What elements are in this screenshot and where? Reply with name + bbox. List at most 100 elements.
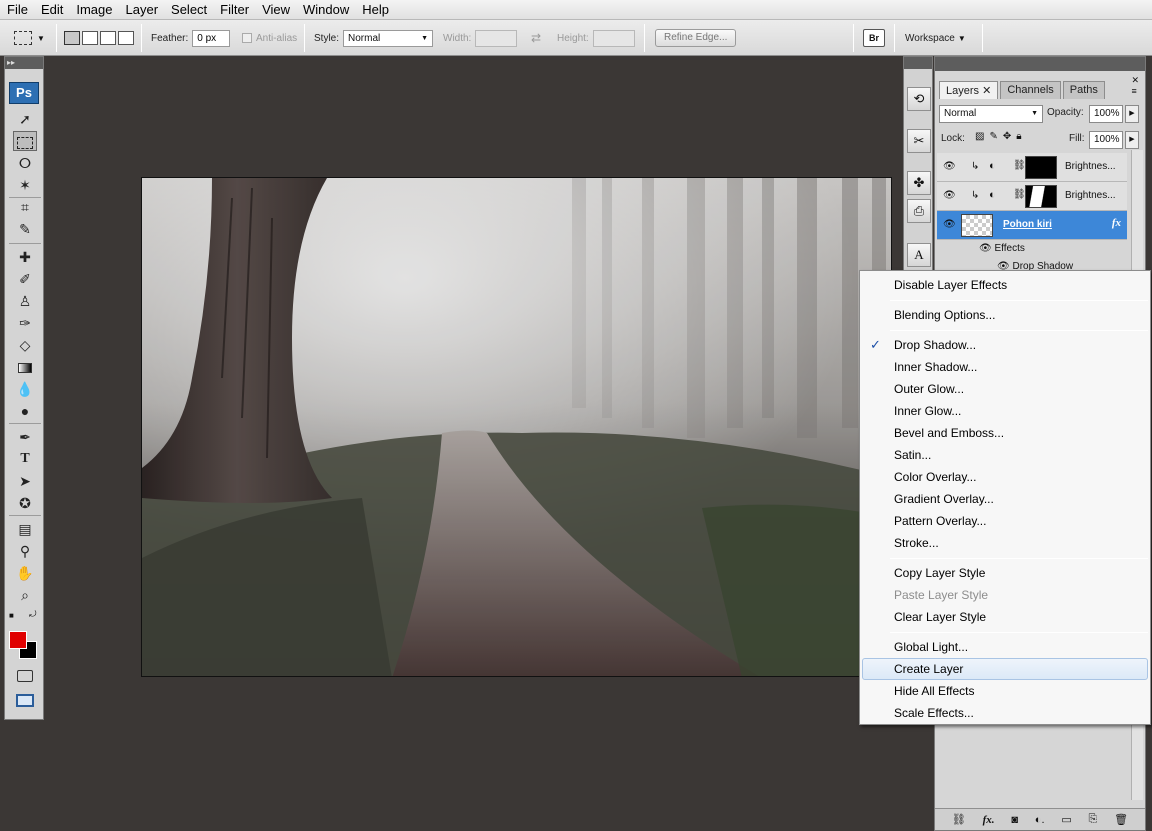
layer-row-brightness-2[interactable]: 👁︎ ↳ ◐ ⛓︎ Brightnes... <box>937 182 1127 211</box>
custom-shape-tool-icon[interactable]: ✪ <box>13 493 37 513</box>
layer-row-pohon-kiri[interactable]: 👁︎ Pohon kiri fx <box>937 211 1127 240</box>
blur-tool-icon[interactable]: 💧 <box>13 379 37 399</box>
tab-channels[interactable]: Channels <box>1000 81 1061 99</box>
menu-item-blending-options[interactable]: Blending Options... <box>862 304 1148 326</box>
new-adjustment-icon[interactable]: ◐. <box>1035 814 1045 826</box>
crop-tool-icon[interactable]: ⌗ <box>13 197 37 217</box>
menu-item-global-light[interactable]: Global Light... <box>862 636 1148 658</box>
menu-file[interactable]: File <box>0 2 34 17</box>
zoom-tool-icon[interactable]: ⌕ <box>13 585 37 605</box>
menu-item-outer-glow[interactable]: Outer Glow... <box>862 378 1148 400</box>
effects-row[interactable]: 👁︎ Effects <box>979 243 1025 254</box>
tab-paths[interactable]: Paths <box>1062 81 1105 99</box>
new-group-icon[interactable]: ▭ <box>1061 813 1071 826</box>
visibility-eye-icon[interactable]: 👁︎ <box>979 243 992 254</box>
hand-tool-icon[interactable]: ✋ <box>13 563 37 583</box>
visibility-eye-icon[interactable]: 👁︎ <box>943 190 956 201</box>
clone-stamp-tool-icon[interactable]: ♙ <box>13 291 37 311</box>
bridge-button[interactable]: Br <box>863 20 885 56</box>
menu-help[interactable]: Help <box>355 2 395 17</box>
fill-slider-arrow-icon[interactable]: ▶ <box>1125 131 1139 149</box>
history-panel-icon[interactable]: ⟲ <box>907 87 931 111</box>
eraser-tool-icon[interactable]: ◇ <box>13 335 37 355</box>
tab-layers[interactable]: Layers ✕ <box>939 81 999 99</box>
eyedropper-sample-tool-icon[interactable]: ⚲ <box>13 541 37 561</box>
menu-item-inner-shadow[interactable]: Inner Shadow... <box>862 356 1148 378</box>
menu-item-copy-layer-style[interactable]: Copy Layer Style <box>862 562 1148 584</box>
menu-item-hide-all-effects[interactable]: Hide All Effects <box>862 680 1148 702</box>
foreground-color-swatch[interactable] <box>9 631 27 649</box>
mask-thumbnail[interactable] <box>1025 156 1057 179</box>
tool-preset-picker[interactable]: ▼ <box>14 20 45 56</box>
new-selection-icon[interactable] <box>64 31 80 45</box>
layers-panel-grip[interactable] <box>935 57 1145 71</box>
swap-dimensions-icon[interactable]: ⇄ <box>531 20 541 56</box>
menu-image[interactable]: Image <box>69 2 118 17</box>
add-to-selection-icon[interactable] <box>82 31 98 45</box>
menu-item-create-layer[interactable]: Create Layer <box>862 658 1148 680</box>
document-canvas[interactable] <box>141 177 892 677</box>
link-layers-icon[interactable]: ⛓︎ <box>952 813 966 826</box>
menu-item-clear-layer-style[interactable]: Clear Layer Style <box>862 606 1148 628</box>
healing-brush-tool-icon[interactable]: ✚ <box>13 247 37 267</box>
actions-panel-icon[interactable]: ✂ <box>907 129 931 153</box>
menu-item-bevel-emboss[interactable]: Bevel and Emboss... <box>862 422 1148 444</box>
clone-source-panel-icon[interactable]: ⎙ <box>907 199 931 223</box>
refine-edge-button[interactable]: Refine Edge... <box>655 29 737 47</box>
pen-tool-icon[interactable]: ✒ <box>13 427 37 447</box>
lasso-tool-icon[interactable]: ⵔ <box>13 153 37 173</box>
menu-edit[interactable]: Edit <box>34 2 69 17</box>
move-tool-icon[interactable]: ➚ <box>13 109 37 129</box>
brushes-panel-icon[interactable]: ✤ <box>907 171 931 195</box>
swap-colors-icon[interactable]: ⤾ <box>29 609 37 620</box>
visibility-eye-icon[interactable]: 👁︎ <box>943 219 956 230</box>
width-input[interactable] <box>475 29 518 47</box>
menu-item-color-overlay[interactable]: Color Overlay... <box>862 466 1148 488</box>
quick-mask-icon[interactable] <box>13 665 37 685</box>
feather-input[interactable] <box>192 29 231 47</box>
panel-grip[interactable]: ▸▸ <box>5 57 43 69</box>
layer-name[interactable]: Pohon kiri <box>1003 219 1052 230</box>
height-input[interactable] <box>592 29 635 47</box>
add-mask-icon[interactable]: ◙ <box>1011 814 1018 826</box>
menu-item-disable-layer-effects[interactable]: Disable Layer Effects <box>862 274 1148 296</box>
menu-item-satin[interactable]: Satin... <box>862 444 1148 466</box>
close-icon[interactable]: ✕ <box>982 85 991 97</box>
menu-select[interactable]: Select <box>164 2 213 17</box>
character-panel-icon[interactable]: A <box>907 243 931 267</box>
workspace-menu[interactable]: Workspace ▼ <box>905 20 966 56</box>
screen-mode-icon[interactable] <box>13 689 37 709</box>
delete-layer-icon[interactable]: 🗑︎ <box>1114 813 1128 826</box>
layer-thumbnail[interactable] <box>961 214 993 237</box>
antialias-checkbox[interactable] <box>242 33 252 43</box>
opacity-slider-arrow-icon[interactable]: ▶ <box>1125 105 1139 123</box>
lock-options-icons[interactable]: ▨✎✥🔒︎ <box>975 131 1027 142</box>
history-brush-tool-icon[interactable]: ✑ <box>13 313 37 333</box>
visibility-eye-icon[interactable]: 👁︎ <box>943 161 956 172</box>
dock-grip[interactable] <box>904 57 932 69</box>
layer-fx-icon[interactable]: fx <box>1112 217 1121 229</box>
rectangular-marquee-tool-icon[interactable] <box>13 131 37 151</box>
path-selection-tool-icon[interactable]: ➤ <box>13 471 37 491</box>
add-style-icon[interactable]: fx. <box>983 814 995 826</box>
eyedropper-tool-icon[interactable]: ✎ <box>13 219 37 239</box>
menu-item-inner-glow[interactable]: Inner Glow... <box>862 400 1148 422</box>
type-tool-icon[interactable]: T <box>13 449 37 469</box>
default-colors-icon[interactable]: ■ <box>9 611 14 620</box>
fill-input[interactable]: 100% <box>1089 131 1123 149</box>
menu-item-stroke[interactable]: Stroke... <box>862 532 1148 554</box>
panel-menu-icon[interactable]: ✕ ≡ <box>1131 75 1139 96</box>
menu-layer[interactable]: Layer <box>119 2 165 17</box>
menu-window[interactable]: Window <box>296 2 355 17</box>
blend-mode-select[interactable]: Normal ▼ <box>939 105 1043 123</box>
dodge-tool-icon[interactable]: ● <box>13 401 37 421</box>
opacity-input[interactable]: 100% <box>1089 105 1123 123</box>
notes-tool-icon[interactable]: ▤ <box>13 519 37 539</box>
menu-item-drop-shadow[interactable]: ✓ Drop Shadow... <box>862 334 1148 356</box>
gradient-tool-icon[interactable] <box>13 357 37 377</box>
intersect-selection-icon[interactable] <box>118 31 134 45</box>
menu-item-scale-effects[interactable]: Scale Effects... <box>862 702 1148 724</box>
subtract-selection-icon[interactable] <box>100 31 116 45</box>
menu-view[interactable]: View <box>255 2 296 17</box>
menu-item-gradient-overlay[interactable]: Gradient Overlay... <box>862 488 1148 510</box>
